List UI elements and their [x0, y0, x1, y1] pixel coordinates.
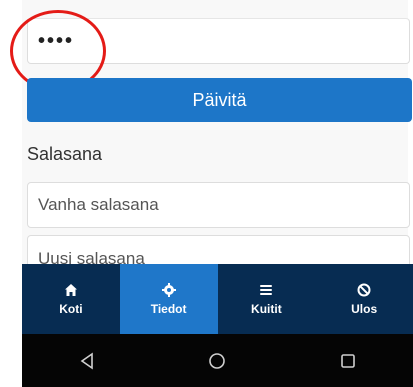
old-password-input[interactable]: Vanha salasana: [27, 182, 410, 228]
home-icon: [64, 284, 77, 296]
recents-square-icon: [341, 353, 355, 368]
home-circle-icon: [209, 352, 226, 369]
tab-koti[interactable]: Koti: [22, 264, 120, 334]
menu-icon: [260, 285, 273, 295]
tab-koti-label: Koti: [59, 302, 83, 316]
update-button-label: Päivitä: [192, 89, 247, 110]
password-section-title: Salasana: [27, 144, 103, 164]
back-button[interactable]: [62, 346, 112, 376]
tab-ulos[interactable]: Ulos: [315, 264, 413, 334]
gear-icon: [161, 283, 176, 297]
tab-ulos-label: Ulos: [351, 302, 378, 316]
bottom-tab-bar: Koti Tiedot Kuitit Ulos: [22, 264, 413, 334]
tab-kuitit[interactable]: Kuitit: [218, 264, 316, 334]
recents-button[interactable]: [323, 346, 373, 376]
back-triangle-icon: [80, 351, 93, 370]
update-button[interactable]: Päivitä: [27, 78, 412, 122]
android-nav-bar: [22, 334, 413, 387]
app-screen: •••• Päivitä Salasana Vanha salasana Uus…: [0, 0, 413, 387]
block-icon: [357, 283, 371, 297]
tab-tiedot-label: Tiedot: [150, 302, 187, 316]
tab-kuitit-label: Kuitit: [251, 302, 282, 316]
home-button[interactable]: [192, 346, 242, 376]
tab-tiedot[interactable]: Tiedot: [119, 264, 218, 334]
old-password-placeholder: Vanha salasana: [38, 195, 159, 214]
